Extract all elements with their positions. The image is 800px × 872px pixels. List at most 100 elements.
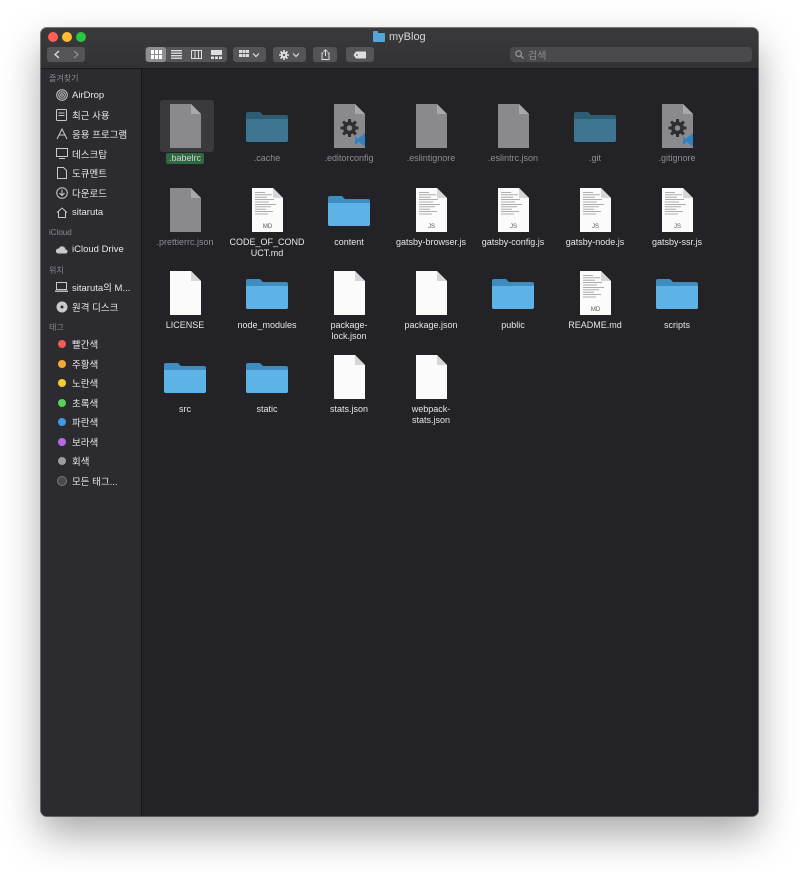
icon-view-button[interactable] <box>146 47 166 62</box>
sidebar-item[interactable]: 원격 디스크 <box>55 299 118 315</box>
document-icon <box>407 269 455 317</box>
tags-button[interactable] <box>346 47 374 62</box>
file-item[interactable]: .prettierrc.json <box>144 186 226 248</box>
sidebar-item[interactable]: 모든 태그... <box>55 473 118 489</box>
file-name: webpack-stats.json <box>390 404 472 426</box>
file-item[interactable]: .git <box>554 102 636 164</box>
close-button[interactable] <box>48 32 58 42</box>
file-item[interactable]: JS gatsby-ssr.js <box>636 186 718 248</box>
sidebar-item-label: sitaruta의 M... <box>72 283 131 294</box>
file-item[interactable]: MD README.md <box>554 269 636 331</box>
back-button[interactable] <box>47 47 66 62</box>
file-item[interactable]: .gitignore <box>636 102 718 164</box>
folder-icon <box>161 353 209 401</box>
search-field[interactable]: 검색 <box>510 47 752 62</box>
sidebar-item[interactable]: sitaruta <box>55 204 103 220</box>
config-document-icon <box>325 102 373 150</box>
file-item[interactable]: MD CODE_OF_COND UCT.md <box>226 186 308 259</box>
tag-dot-icon <box>55 455 68 468</box>
file-name-line: package- <box>330 320 368 330</box>
file-item[interactable]: src <box>144 353 226 415</box>
file-name-selected: .babelrc <box>165 153 205 164</box>
sidebar: 즐겨찾기 AirDrop 최근 사용 응용 프로그램 데스크탑 도큐멘트 다운로드 sitar… <box>41 69 142 816</box>
file-item[interactable]: JS gatsby-browser.js <box>390 186 472 248</box>
file-item[interactable]: LICENSE <box>144 269 226 331</box>
sidebar-item[interactable]: 빨간색 <box>55 336 98 352</box>
file-item[interactable]: scripts <box>636 269 718 331</box>
share-icon <box>321 49 329 60</box>
folder-icon <box>243 269 291 317</box>
file-name: static <box>256 404 278 414</box>
sidebar-item[interactable]: AirDrop <box>55 87 104 103</box>
sidebar-section-title: 위치 <box>49 266 64 275</box>
folder-icon <box>243 353 291 401</box>
chevron-down-icon <box>252 52 260 57</box>
sidebar-item[interactable]: 회색 <box>55 453 89 469</box>
file-item[interactable]: .babelrc <box>144 100 226 164</box>
gallery-view-button[interactable] <box>206 47 226 62</box>
action-menu-button[interactable] <box>273 47 306 62</box>
file-item[interactable]: stats.json <box>308 353 390 415</box>
file-name: CODE_OF_COND UCT.md <box>226 237 308 259</box>
sidebar-item[interactable]: 도큐멘트 <box>55 165 107 181</box>
file-item[interactable]: public <box>472 269 554 331</box>
tag-dot-icon <box>55 474 68 487</box>
airdrop-icon <box>55 89 68 102</box>
file-item[interactable]: .editorconfig <box>308 102 390 164</box>
sidebar-item[interactable]: sitaruta의 M... <box>55 279 130 295</box>
file-item[interactable]: node_modules <box>226 269 308 331</box>
file-item[interactable]: static <box>226 353 308 415</box>
window-title: myBlog <box>373 30 426 44</box>
sidebar-item-label: 다운로드 <box>72 188 107 200</box>
home-icon <box>55 206 68 219</box>
file-name: stats.json <box>329 404 369 414</box>
sidebar-item[interactable]: 노란색 <box>55 375 98 391</box>
javascript-document-icon: JS <box>571 186 619 234</box>
zoom-button[interactable] <box>76 32 86 42</box>
list-view-button[interactable] <box>166 47 186 62</box>
file-name: gatsby-browser.js <box>395 237 467 247</box>
file-item[interactable]: content <box>308 186 390 248</box>
group-by-button[interactable] <box>233 47 266 62</box>
file-item[interactable]: .eslintignore <box>390 102 472 164</box>
grid-icon <box>150 50 162 59</box>
folder-icon <box>243 102 291 150</box>
sidebar-item[interactable]: 주황색 <box>55 356 98 372</box>
file-item[interactable]: .eslintrc.json <box>472 102 554 164</box>
minimize-button[interactable] <box>62 32 72 42</box>
file-item[interactable]: .cache <box>226 102 308 164</box>
sidebar-item[interactable]: 보라색 <box>55 434 98 450</box>
file-item[interactable]: package-lock.json <box>308 269 390 342</box>
applications-icon <box>55 128 68 141</box>
sidebar-item-label: 초록색 <box>72 398 99 410</box>
sidebar-item[interactable]: 파란색 <box>55 414 98 430</box>
sidebar-item-label: 노란색 <box>72 379 99 390</box>
group-grid-icon <box>239 50 249 57</box>
sidebar-item-label: iCloud Drive <box>72 244 124 255</box>
gallery-icon <box>210 50 222 59</box>
file-item[interactable]: webpack-stats.json <box>390 353 472 426</box>
sidebar-item[interactable]: 데스크탑 <box>55 146 107 162</box>
column-view-button[interactable] <box>186 47 206 62</box>
file-name: LICENSE <box>165 320 205 330</box>
file-name: scripts <box>663 320 690 330</box>
file-item[interactable]: JS gatsby-node.js <box>554 186 636 248</box>
config-document-icon <box>653 102 701 150</box>
sidebar-item[interactable]: iCloud Drive <box>55 242 124 258</box>
chevron-left-icon <box>53 50 59 59</box>
file-item[interactable]: JS gatsby-config.js <box>472 186 554 248</box>
file-name-line: webpack- <box>411 404 451 414</box>
sidebar-item[interactable]: 최근 사용 <box>55 107 110 123</box>
share-button[interactable] <box>313 47 337 62</box>
gear-icon <box>279 49 289 60</box>
chevron-down-icon <box>292 52 300 57</box>
list-icon <box>170 50 182 59</box>
file-name: .babelrc <box>144 153 226 164</box>
file-item[interactable]: package.json <box>390 269 472 331</box>
sidebar-item[interactable]: 초록색 <box>55 395 98 411</box>
sidebar-item[interactable]: 응용 프로그램 <box>55 126 127 142</box>
forward-button[interactable] <box>66 47 85 62</box>
sidebar-item[interactable]: 다운로드 <box>55 185 107 201</box>
file-name: .eslintignore <box>406 153 456 163</box>
tag-dot-icon <box>55 377 68 390</box>
